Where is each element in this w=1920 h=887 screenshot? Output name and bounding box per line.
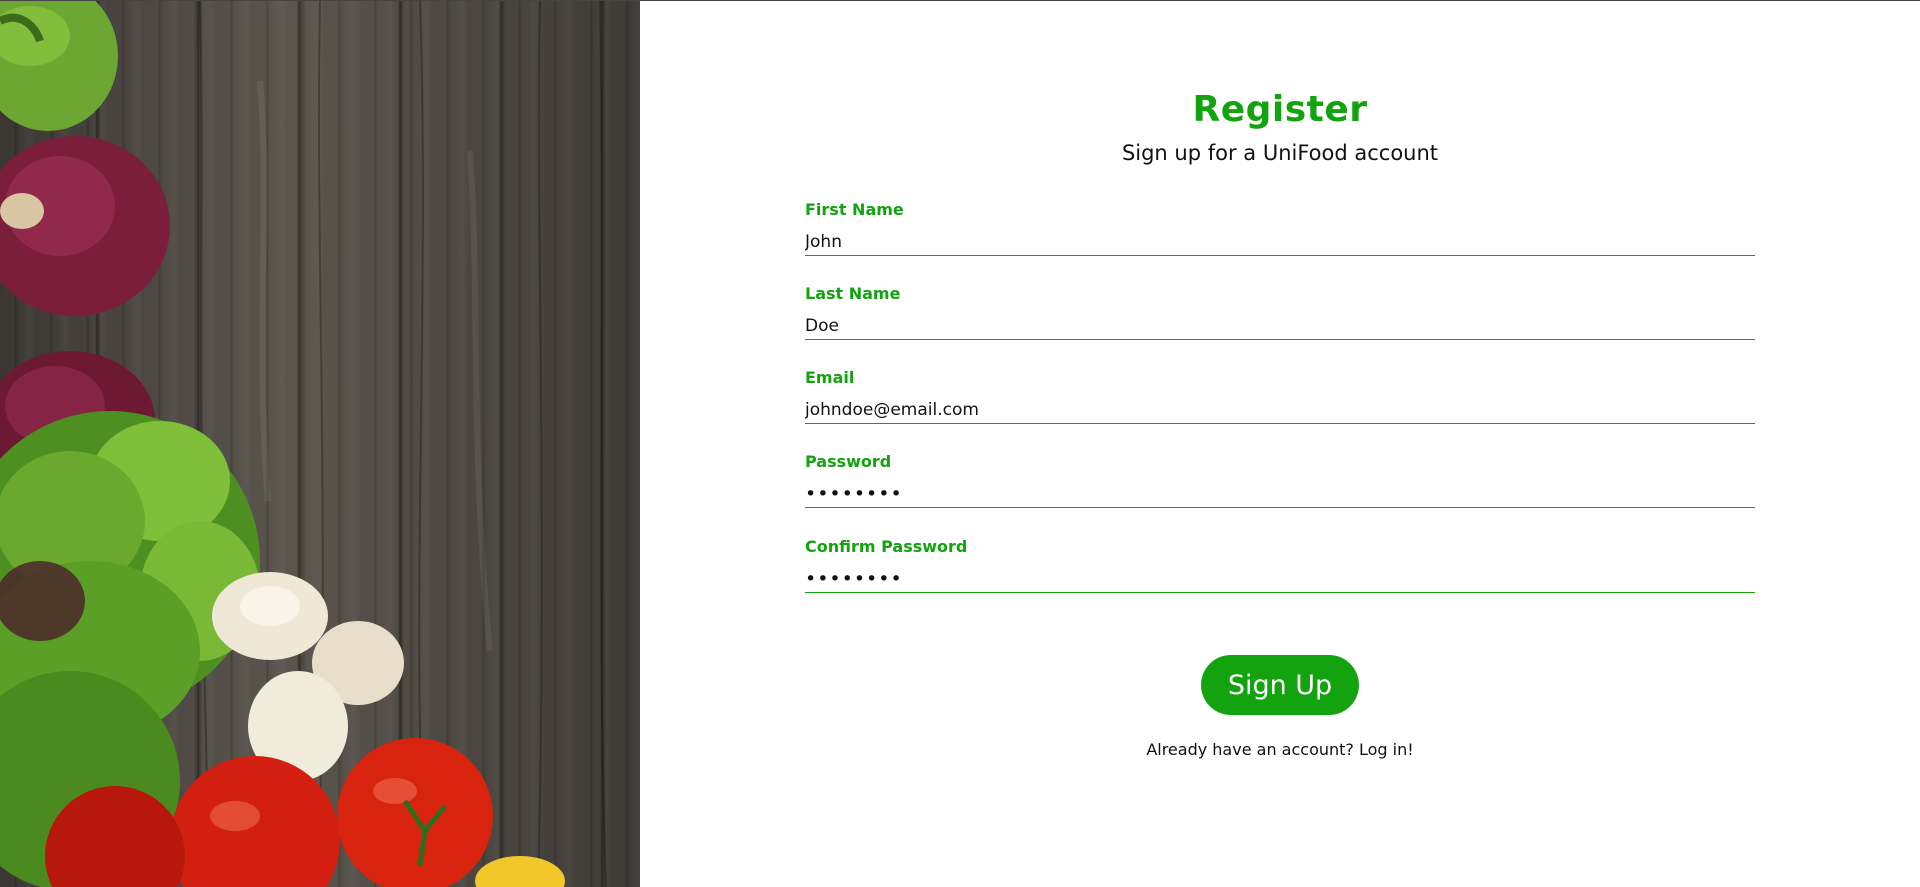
last-name-input[interactable] xyxy=(805,314,1755,340)
first-name-input[interactable] xyxy=(805,230,1755,256)
first-name-field: First Name xyxy=(805,200,1755,256)
vegetables-illustration xyxy=(0,1,607,887)
page-title: Register xyxy=(1192,89,1368,130)
login-prompt-text: Already have an account? xyxy=(1146,740,1354,759)
last-name-field: Last Name xyxy=(805,284,1755,340)
register-form-panel: Register Sign up for a UniFood account F… xyxy=(640,1,1920,887)
email-label: Email xyxy=(805,368,855,387)
corn-icon xyxy=(475,856,565,887)
onion-icon xyxy=(0,136,170,316)
page-subtitle: Sign up for a UniFood account xyxy=(1121,141,1439,165)
register-page: Register Sign up for a UniFood account F… xyxy=(0,0,1920,887)
password-label: Password xyxy=(805,452,892,471)
pepper-icon xyxy=(0,1,118,131)
sign-up-button[interactable]: Sign Up xyxy=(1201,655,1359,715)
confirm-password-field: Confirm Password xyxy=(805,537,1755,593)
last-name-label: Last Name xyxy=(805,284,901,303)
vegetables-on-wood-photo xyxy=(0,1,640,887)
password-input[interactable] xyxy=(805,482,1755,508)
confirm-password-label: Confirm Password xyxy=(805,537,968,556)
first-name-label: First Name xyxy=(805,200,904,219)
password-field: Password xyxy=(805,452,1755,508)
email-field: Email xyxy=(805,368,1755,424)
login-prompt-line: Already have an account? Log in! xyxy=(640,740,1920,759)
confirm-password-input[interactable] xyxy=(805,567,1755,593)
login-link[interactable]: Log in! xyxy=(1359,740,1414,759)
email-input[interactable] xyxy=(805,398,1755,424)
